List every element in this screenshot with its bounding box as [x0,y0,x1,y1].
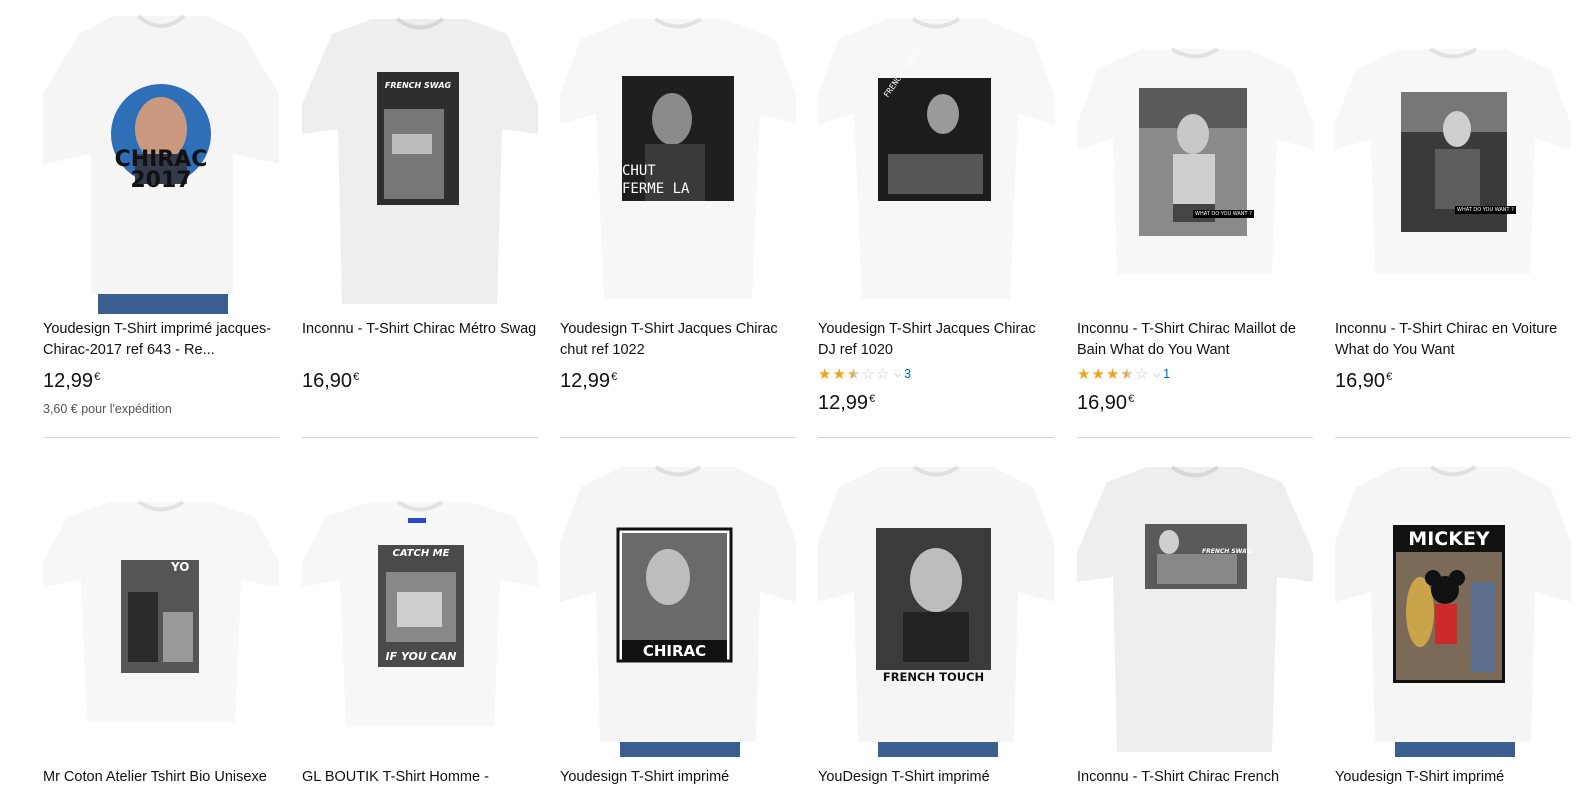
price-value: 16,90 [1335,370,1386,392]
divider [1335,437,1571,438]
product-title[interactable]: Youdesign T-Shirt imprimé [560,767,796,788]
star-full-icon: ★ [832,365,846,383]
star-full-icon: ★ [1105,365,1120,383]
print-text: IF YOU CAN [385,650,457,663]
product-title[interactable]: Inconnu - T-Shirt Chirac Maillot de Bain… [1077,319,1313,361]
product-card[interactable]: FRENCH TOUCH Youdesign T-Shirt Jacques C… [818,14,1054,439]
product-price: 16,90€ [302,370,359,393]
product-price: 12,99€ [560,370,617,393]
shipping-cost: 3,60 € pour l'expédition [43,402,172,416]
chevron-down-icon[interactable]: ⌵ [894,369,901,380]
product-title[interactable]: Inconnu - T-Shirt Chirac French [1077,767,1313,788]
print-text: WHAT DO YOU WANT ? [1193,210,1254,218]
rating-stars[interactable]: ★ ★ ★ ★ ☆ ⌵ 1 [1077,366,1170,382]
print-text: CHUT [622,163,656,179]
product-card[interactable]: FRENCH SWAG Inconnu - T-Shirt Chirac Mét… [302,14,538,439]
rating-count[interactable]: 1 [1163,367,1170,381]
product-title[interactable]: Youdesign T-Shirt imprimé jacques-Chirac… [43,319,279,361]
price-value: 12,99 [818,392,869,414]
print-text: CHIRAC [114,147,208,172]
print-text: FRENCH TOUCH [876,670,991,684]
print-text: MICKEY [1408,528,1490,550]
print-text: CATCH ME [392,548,450,559]
print-text: FRENCH SWAG [1202,548,1252,555]
product-title[interactable]: GL BOUTIK T-Shirt Homme - [302,767,538,788]
price-currency: € [94,371,101,383]
product-image[interactable] [818,462,1054,757]
product-card[interactable]: CHIRAC 2017 Youdesign T-Shirt imprimé ja… [43,14,279,439]
price-currency: € [1128,393,1135,405]
product-card[interactable]: FRENCH TOUCH YouDesign T-Shirt imprimé [818,462,1054,802]
product-image[interactable] [43,462,279,757]
star-half-icon: ★ [846,365,861,383]
price-value: 16,90 [302,370,353,392]
price-value: 12,99 [43,370,94,392]
product-title[interactable]: Youdesign T-Shirt Jacques Chirac chut re… [560,319,796,361]
product-title[interactable]: Mr Coton Atelier Tshirt Bio Unisexe [43,767,279,788]
divider [560,437,796,438]
product-image[interactable] [1077,462,1313,757]
price-currency: € [353,371,360,383]
print-text: FRENCH SWAG [384,81,452,90]
product-image[interactable] [1077,14,1313,314]
product-card[interactable]: WHAT DO YOU WANT ? Inconnu - T-Shirt Chi… [1335,14,1571,439]
product-image[interactable] [1335,14,1571,314]
star-empty-icon: ☆ [861,365,875,383]
star-full-icon: ★ [1091,365,1105,383]
print-text: 2017 [130,168,192,193]
product-card[interactable]: WHAT DO YOU WANT ? Inconnu - T-Shirt Chi… [1077,14,1313,439]
product-price: 12,99€ [43,370,100,393]
product-image[interactable] [1335,462,1571,757]
star-full-icon: ★ [1077,365,1091,383]
product-price: 12,99€ [818,392,875,415]
price-value: 12,99 [560,370,611,392]
product-image[interactable] [560,462,796,757]
product-card[interactable]: YO Mr Coton Atelier Tshirt Bio Unisexe [43,462,279,802]
price-currency: € [611,371,618,383]
product-card[interactable]: MICKEY Youdesign T-Shirt imprimé [1335,462,1571,802]
product-image[interactable] [302,14,538,314]
star-half-icon: ★ [1120,365,1134,383]
rating-count[interactable]: 3 [904,367,911,381]
product-card[interactable]: CHUT FERME LA Youdesign T-Shirt Jacques … [560,14,796,439]
product-card[interactable]: CATCH ME IF YOU CAN GL BOUTIK T-Shirt Ho… [302,462,538,802]
price-value: 16,90 [1077,392,1128,414]
star-empty-icon: ☆ [875,365,890,383]
star-empty-icon: ☆ [1134,365,1149,383]
product-image[interactable] [818,14,1054,314]
product-title[interactable]: Inconnu - T-Shirt Chirac en Voiture What… [1335,319,1571,361]
rating-stars[interactable]: ★ ★ ★ ☆ ☆ ⌵ 3 [818,366,911,382]
divider [43,437,279,438]
product-title[interactable]: Youdesign T-Shirt imprimé [1335,767,1571,788]
price-currency: € [869,393,876,405]
product-title[interactable]: Inconnu - T-Shirt Chirac Métro Swag [302,319,538,340]
product-title[interactable]: Youdesign T-Shirt Jacques Chirac DJ ref … [818,319,1054,361]
print-text: FERME LA [622,181,690,197]
product-price: 16,90€ [1077,392,1134,415]
price-currency: € [1386,371,1393,383]
product-card[interactable]: CHIRAC Youdesign T-Shirt imprimé [560,462,796,802]
print-text: CHIRAC [642,642,707,660]
divider [818,437,1054,438]
star-full-icon: ★ [818,365,832,383]
divider [302,437,538,438]
product-title[interactable]: YouDesign T-Shirt imprimé [818,767,1054,788]
product-price: 16,90€ [1335,370,1392,393]
product-card[interactable]: FRENCH SWAG Inconnu - T-Shirt Chirac Fre… [1077,462,1313,802]
print-text: YO [171,560,190,574]
chevron-down-icon[interactable]: ⌵ [1153,369,1160,380]
product-image[interactable] [302,462,538,757]
print-text: WHAT DO YOU WANT ? [1455,206,1516,214]
divider [1077,437,1313,438]
